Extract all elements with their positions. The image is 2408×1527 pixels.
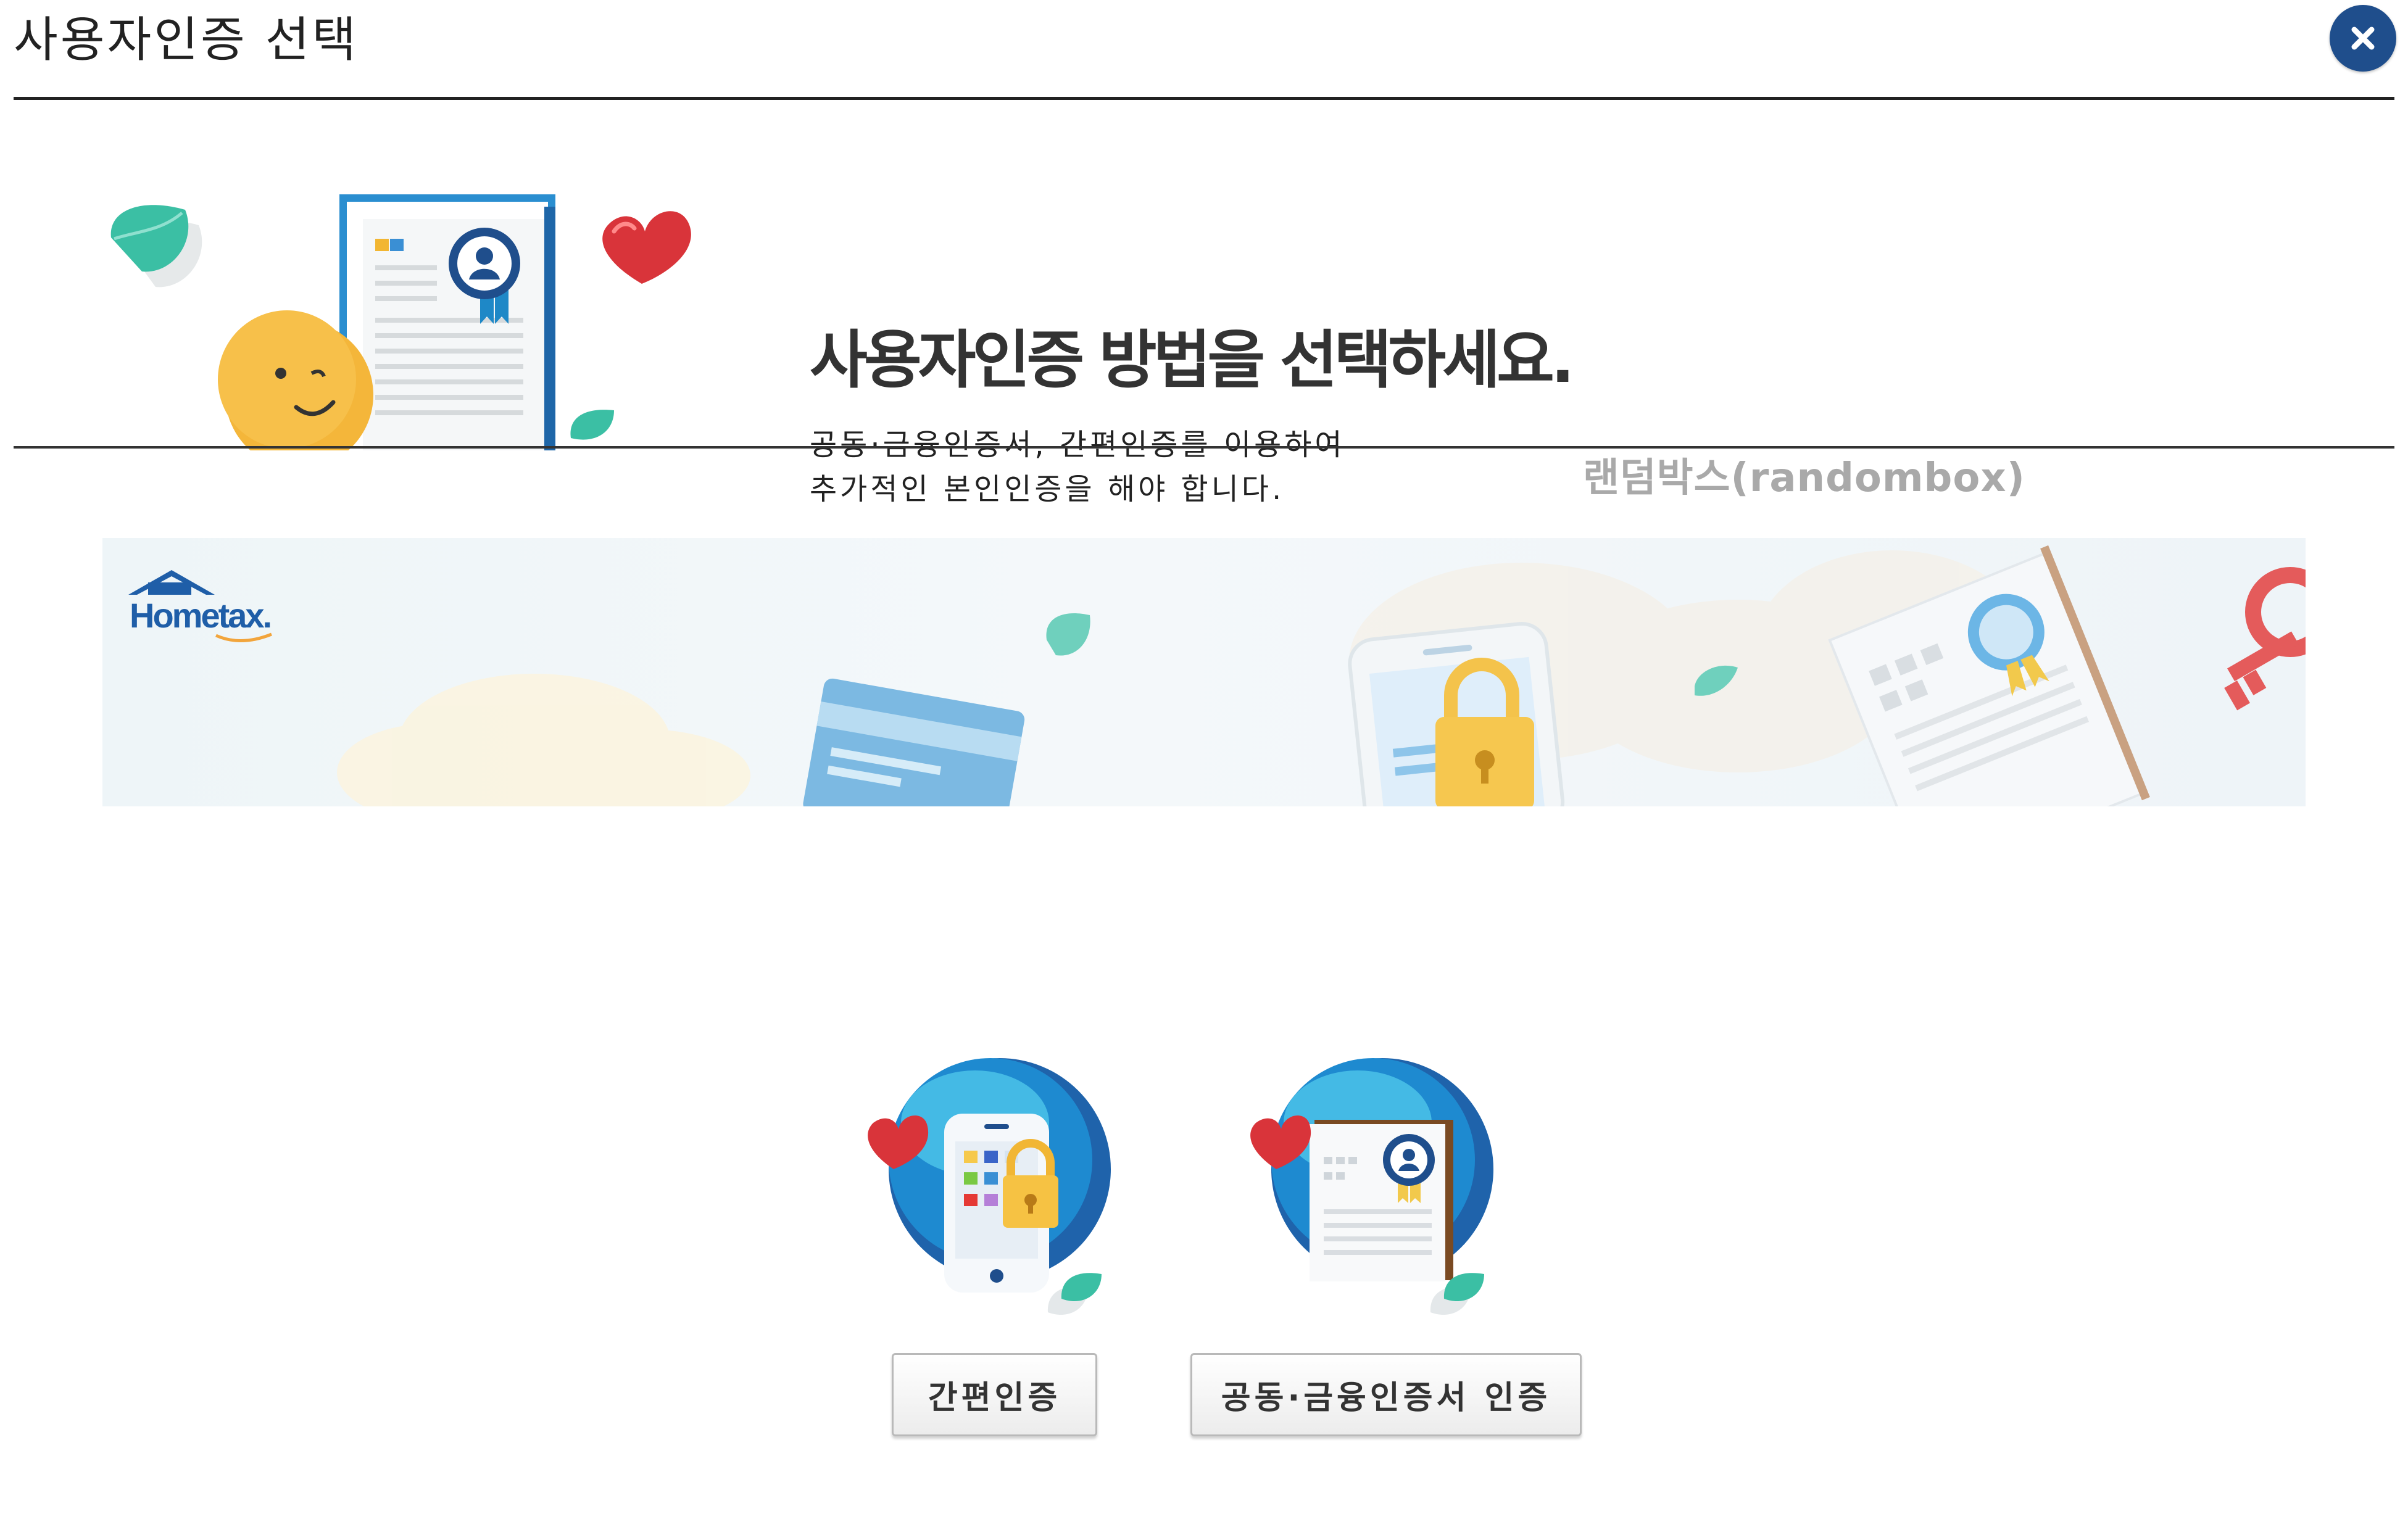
- banner-illustration: [337, 545, 2306, 806]
- key-icon: [2224, 567, 2306, 711]
- certificate-auth-button[interactable]: 공동·금융인증서 인증: [1190, 1353, 1582, 1436]
- watermark-text: 랜덤박스(randombox): [1583, 455, 2025, 501]
- dialog-header: 사용자인증 선택: [0, 0, 2408, 102]
- certificate-auth-icon[interactable]: [1240, 1055, 1500, 1326]
- page-title: 사용자인증 선택: [14, 12, 359, 68]
- svg-text:Hometax.: Hometax.: [130, 596, 270, 635]
- section-divider: [14, 446, 2394, 449]
- intro-heading: 사용자인증 방법을 선택하세요.: [810, 324, 1575, 397]
- header-divider: [14, 97, 2394, 100]
- hometax-banner: Hometax.: [102, 538, 2306, 806]
- heart-icon: [602, 211, 691, 284]
- intro-description: 공동·금융인증서, 간편인증를 이용하여 추가적인 본인인증을 해야 합니다.: [810, 423, 1345, 511]
- intro-description-line: 추가적인 본인인증을 해야 합니다.: [810, 472, 1285, 507]
- simple-auth-icon[interactable]: [858, 1055, 1117, 1326]
- intro-description-line: 공동·금융인증서, 간편인증를 이용하여: [810, 428, 1345, 462]
- certificate-illustration: [110, 194, 691, 450]
- document-icon: [339, 194, 555, 450]
- leaf-icon: [110, 205, 202, 288]
- close-icon: [2351, 27, 2375, 50]
- small-leaf-icon: [570, 410, 614, 440]
- close-button[interactable]: [2330, 5, 2396, 72]
- simple-auth-button[interactable]: 간편인증: [892, 1353, 1097, 1436]
- hometax-logo: Hometax.: [128, 570, 272, 642]
- leaf-icon: [1061, 1273, 1102, 1302]
- card-icon: [803, 678, 1025, 806]
- intro-section: 사용자인증 방법을 선택하세요. 공동·금융인증서, 간편인증를 이용하여 추가…: [0, 102, 2408, 507]
